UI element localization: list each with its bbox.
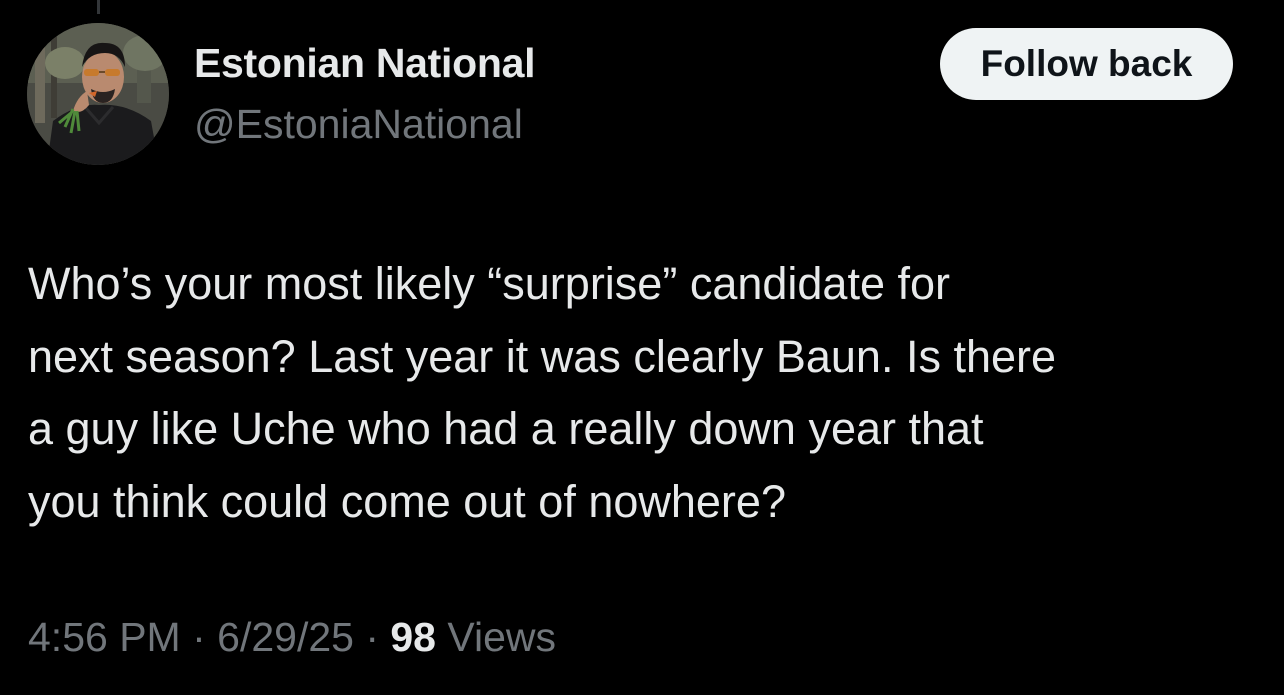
avatar-photo	[27, 23, 169, 165]
follow-back-button[interactable]: Follow back	[940, 28, 1233, 100]
tweet-text: Who’s your most likely “surprise” candid…	[28, 248, 1268, 538]
author-handle[interactable]: @EstoniaNational	[194, 101, 523, 148]
views-label[interactable]: Views	[436, 614, 556, 660]
author-display-name[interactable]: Estonian National	[194, 40, 535, 87]
tweet-metadata: 4:56 PM · 6/29/25 · 98 Views	[28, 614, 556, 661]
meta-separator: ·	[180, 614, 218, 660]
views-count[interactable]: 98	[390, 614, 436, 660]
tweet-text-line: Who’s your most likely “surprise” candid…	[28, 258, 950, 309]
tweet-text-line: a guy like Uche who had a really down ye…	[28, 403, 984, 454]
meta-separator: ·	[353, 614, 391, 660]
tweet-timestamp-time[interactable]: 4:56 PM	[28, 614, 181, 660]
tweet-text-line: next season? Last year it was clearly Ba…	[28, 330, 1057, 382]
avatar[interactable]	[27, 23, 169, 165]
tweet-text-line: you think could come out of nowhere?	[28, 475, 786, 527]
tweet-timestamp-date[interactable]: 6/29/25	[217, 614, 354, 660]
thread-connector-line	[97, 0, 100, 14]
